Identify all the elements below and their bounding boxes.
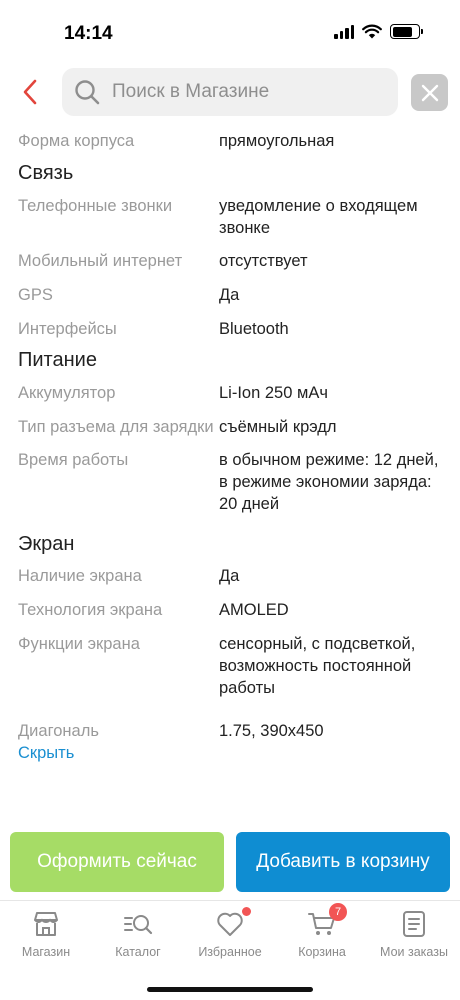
tab-label: Каталог [115, 945, 161, 959]
cellular-signal-icon [334, 24, 354, 39]
search-input[interactable] [112, 81, 372, 103]
add-to-cart-button[interactable]: Добавить в корзину [236, 832, 450, 892]
spec-row: Диагональ 1.75, 390x450 [0, 720, 460, 742]
wifi-icon [362, 24, 382, 39]
spec-value: Li-Ion 250 мАч [219, 384, 328, 402]
spec-value: уведомление о входящем звонке [219, 197, 418, 237]
spec-value: Bluetooth [219, 320, 289, 338]
spec-row: Аккумулятор Li-Ion 250 мАч [0, 382, 460, 404]
section-title-connectivity: Связь [18, 162, 74, 184]
tab-label: Магазин [21, 945, 71, 959]
tab-store[interactable]: Магазин [0, 909, 92, 959]
specifications-list: Форма корпуса прямоугольная Связь Телефо… [0, 126, 460, 764]
spec-label: Форма корпуса [18, 132, 135, 150]
catalog-search-icon [123, 909, 153, 939]
spec-label: Наличие экрана [18, 567, 142, 585]
spec-row: GPS Да [0, 284, 460, 306]
spec-label: Технология экрана [18, 601, 163, 619]
spec-label: Аккумулятор [18, 384, 116, 402]
spec-value: сенсорный, с подсветкой, возможность пос… [219, 635, 416, 697]
tab-favorites[interactable]: Избранное [184, 907, 276, 959]
close-icon [421, 84, 438, 101]
spec-row: Тип разъема для зарядки съёмный крэдл [0, 416, 460, 438]
spec-value: AMOLED [219, 601, 289, 619]
checkout-now-button[interactable]: Оформить сейчас [10, 832, 224, 892]
spec-label: Телефонные звонки [18, 197, 173, 215]
home-indicator [147, 987, 313, 992]
search-icon [75, 80, 100, 105]
cart-count-badge: 7 [329, 903, 347, 921]
spec-value: Да [219, 567, 240, 585]
heart-icon [215, 907, 251, 939]
spec-value: Да [219, 286, 240, 304]
tab-catalog[interactable]: Каталог [92, 909, 184, 959]
battery-icon [390, 24, 423, 39]
orders-icon [399, 909, 429, 939]
tab-label: Мои заказы [380, 945, 448, 959]
chevron-left-icon [23, 79, 37, 105]
spec-label: Мобильный интернет [18, 252, 183, 270]
tab-label: Корзина [298, 945, 346, 959]
section-title-screen: Экран [18, 533, 75, 555]
spec-label: Функции экрана [18, 635, 140, 653]
action-buttons: Оформить сейчас Добавить в корзину [10, 832, 450, 892]
hide-specs-link[interactable]: Скрыть [18, 742, 74, 764]
spec-value: прямоугольная [219, 132, 335, 150]
spec-row: Время работы в обычном режиме: 12 дней, … [0, 449, 460, 515]
favorites-dot-badge [242, 907, 251, 916]
status-time: 14:14 [64, 23, 113, 44]
spec-label: Время работы [18, 451, 129, 469]
spec-row: Телефонные звонки уведомление о входящем… [0, 195, 460, 239]
section-title-power: Питание [18, 349, 97, 371]
back-button[interactable] [14, 76, 46, 108]
spec-label: GPS [18, 286, 53, 304]
search-box[interactable] [62, 68, 398, 116]
search-header [0, 66, 460, 118]
tab-label: Избранное [198, 945, 262, 959]
spec-value: отсутствует [219, 252, 308, 270]
spec-row: Интерфейсы Bluetooth [0, 318, 460, 340]
cart-icon: 7 [307, 903, 347, 939]
status-icons [334, 24, 423, 39]
spec-row: Технология экрана AMOLED [0, 599, 460, 621]
spec-row: Мобильный интернет отсутствует [0, 250, 460, 272]
spec-label: Диагональ [18, 722, 99, 740]
store-icon [31, 909, 61, 939]
bottom-tab-bar: Магазин Каталог Избранное 7 Корзина Мои … [0, 900, 460, 1000]
spec-row: Наличие экрана Да [0, 565, 460, 587]
spec-row: Функции экрана сенсорный, с подсветкой, … [0, 633, 460, 699]
spec-value: 1.75, 390x450 [219, 722, 324, 740]
spec-label: Интерфейсы [18, 320, 117, 338]
spec-row: Форма корпуса прямоугольная [0, 130, 460, 152]
tab-cart[interactable]: 7 Корзина [276, 903, 368, 959]
spec-value: съёмный крэдл [219, 418, 337, 436]
tab-my-orders[interactable]: Мои заказы [368, 909, 460, 959]
spec-value: в обычном режиме: 12 дней, в режиме экон… [219, 451, 439, 513]
status-bar: 14:14 [0, 0, 460, 60]
clear-search-button[interactable] [411, 74, 448, 111]
spec-label: Тип разъема для зарядки [18, 418, 214, 436]
